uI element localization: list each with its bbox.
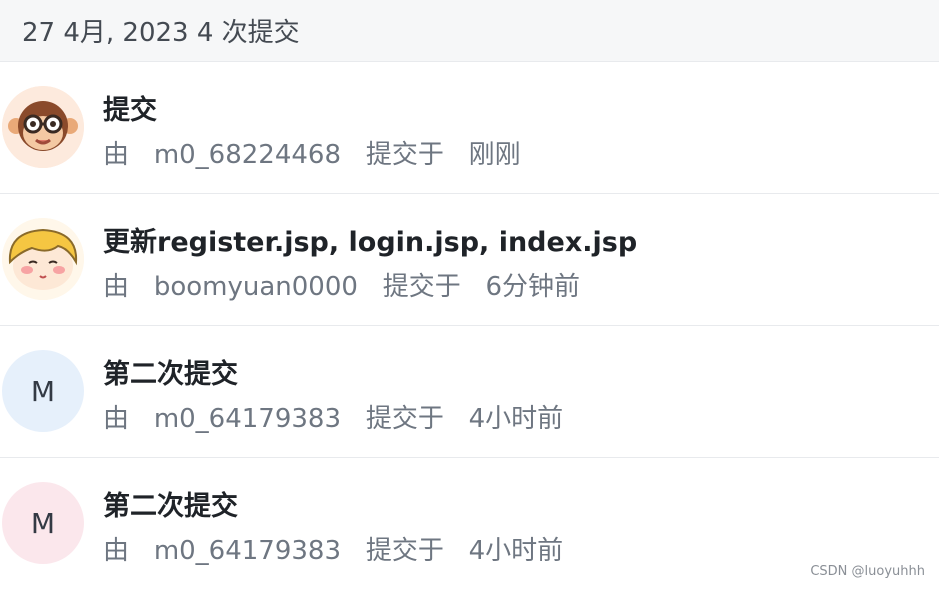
commit-title[interactable]: 提交 — [103, 88, 157, 127]
commit-by-prefix: 由 — [103, 272, 130, 302]
commit-time: 刚刚 — [468, 140, 521, 170]
commit-list-page: 27 4月, 2023 4 次提交 提交 由 m0_68224468 提交于 刚… — [0, 0, 939, 589]
commit-author[interactable]: m0_64179383 — [154, 404, 341, 434]
commit-group-date: 27 4月, 2023 4 次提交 — [22, 18, 300, 48]
commit-committed-word: 提交于 — [365, 140, 444, 170]
commit-meta: 由 m0_68224468 提交于 刚刚 — [103, 134, 521, 171]
commit-group-header: 27 4月, 2023 4 次提交 — [0, 0, 939, 62]
letter-avatar[interactable]: M — [2, 482, 84, 564]
commit-meta: 由 m0_64179383 提交于 4小时前 — [103, 398, 563, 435]
monkey-avatar-icon[interactable] — [2, 86, 84, 168]
commit-author[interactable]: boomyuan0000 — [154, 272, 358, 302]
commit-author[interactable]: m0_68224468 — [154, 140, 341, 170]
commit-row[interactable]: M 第二次提交 由 m0_64179383 提交于 4小时前 — [0, 458, 939, 589]
commit-time: 4小时前 — [468, 536, 564, 566]
commit-title[interactable]: 第二次提交 — [103, 484, 238, 523]
avatar-letter: M — [30, 506, 56, 540]
commit-committed-word: 提交于 — [382, 272, 461, 302]
watermark-text: CSDN @luoyuhhh — [810, 564, 925, 579]
commit-meta: 由 boomyuan0000 提交于 6分钟前 — [103, 266, 580, 303]
commit-by-prefix: 由 — [103, 140, 130, 170]
letter-avatar[interactable]: M — [2, 350, 84, 432]
commit-title[interactable]: 第二次提交 — [103, 352, 238, 391]
commit-title[interactable]: 更新register.jsp, login.jsp, index.jsp — [103, 220, 637, 259]
commit-meta: 由 m0_64179383 提交于 4小时前 — [103, 530, 563, 567]
girl-avatar-icon[interactable] — [2, 218, 84, 300]
commit-by-prefix: 由 — [103, 404, 130, 434]
commit-time: 6分钟前 — [485, 272, 581, 302]
commit-time: 4小时前 — [468, 404, 564, 434]
commit-row[interactable]: M 第二次提交 由 m0_64179383 提交于 4小时前 — [0, 326, 939, 458]
commit-row[interactable]: 更新register.jsp, login.jsp, index.jsp 由 b… — [0, 194, 939, 326]
commit-by-prefix: 由 — [103, 536, 130, 566]
commit-author[interactable]: m0_64179383 — [154, 536, 341, 566]
avatar-letter: M — [30, 374, 56, 408]
commit-row[interactable]: 提交 由 m0_68224468 提交于 刚刚 — [0, 62, 939, 194]
commit-committed-word: 提交于 — [365, 404, 444, 434]
commit-committed-word: 提交于 — [365, 536, 444, 566]
